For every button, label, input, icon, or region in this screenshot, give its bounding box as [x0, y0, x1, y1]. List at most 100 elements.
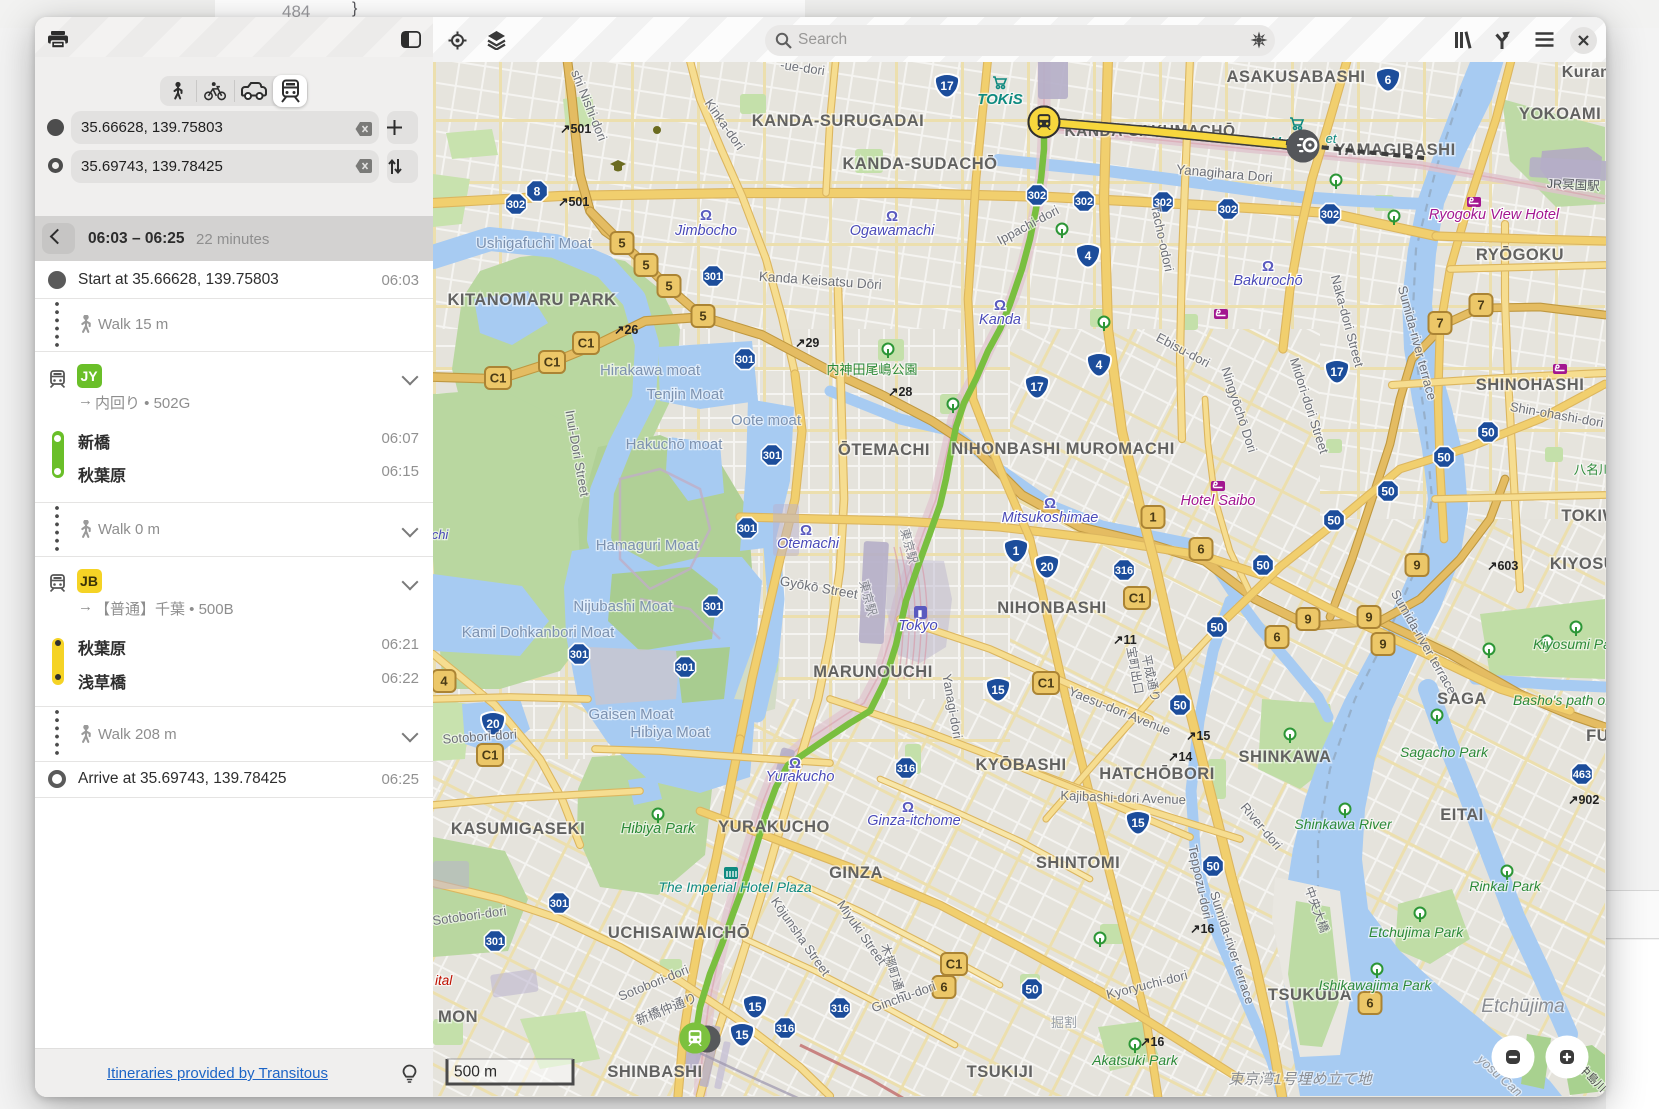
- svg-text:6: 6: [1385, 73, 1392, 87]
- svg-text:4: 4: [440, 674, 448, 689]
- svg-text:UCHISAIWAICHŌ: UCHISAIWAICHŌ: [608, 923, 750, 942]
- svg-text:50: 50: [1381, 484, 1395, 498]
- svg-text:C1: C1: [490, 371, 507, 386]
- svg-text:5: 5: [699, 309, 706, 324]
- svg-text:50: 50: [1437, 450, 1451, 464]
- svg-text:YOKOAMI: YOKOAMI: [1519, 105, 1601, 123]
- svg-text:4: 4: [1096, 358, 1103, 372]
- svg-text:C1: C1: [544, 355, 561, 370]
- svg-text:The Imperial Hotel Plaza: The Imperial Hotel Plaza: [658, 879, 812, 895]
- svg-text:↗14: ↗14: [1168, 750, 1192, 764]
- svg-text:17: 17: [940, 79, 954, 93]
- svg-text:SHINKAWA: SHINKAWA: [1239, 748, 1332, 766]
- svg-text:9: 9: [1379, 637, 1386, 652]
- svg-text:Hamaguri Moat: Hamaguri Moat: [596, 537, 699, 554]
- svg-text:7: 7: [1436, 316, 1443, 331]
- svg-text:301: 301: [704, 271, 722, 283]
- svg-text:6: 6: [940, 980, 947, 995]
- svg-text:↗28: ↗28: [888, 385, 912, 399]
- svg-text:chi: chi: [433, 527, 449, 542]
- svg-text:4: 4: [1085, 249, 1092, 263]
- svg-text:et: et: [1326, 131, 1338, 146]
- svg-text:Gaisen Moat: Gaisen Moat: [588, 706, 674, 723]
- svg-text:Otemachi: Otemachi: [777, 536, 840, 552]
- svg-text:YURAKUCHO: YURAKUCHO: [718, 818, 830, 836]
- svg-text:JR冥国駅: JR冥国駅: [1546, 177, 1600, 194]
- svg-text:50: 50: [1206, 859, 1220, 873]
- svg-text:301: 301: [738, 523, 756, 535]
- svg-text:6: 6: [1366, 996, 1373, 1011]
- svg-text:C1: C1: [1129, 591, 1146, 606]
- svg-text:Bakurochō: Bakurochō: [1233, 273, 1302, 289]
- svg-text:八名川公園: 八名川公園: [1574, 462, 1606, 477]
- svg-text:Basho's path of: Basho's path of: [1513, 692, 1606, 708]
- svg-text:TOKiS: TOKiS: [977, 91, 1023, 108]
- svg-text:15: 15: [735, 1028, 749, 1042]
- svg-text:Ryogoku View Hotel: Ryogoku View Hotel: [1429, 207, 1560, 223]
- svg-text:500 m: 500 m: [454, 1064, 497, 1081]
- svg-text:316: 316: [1115, 565, 1133, 577]
- svg-text:ASAKUSABASHI: ASAKUSABASHI: [1227, 68, 1366, 86]
- svg-text:463: 463: [1573, 769, 1591, 781]
- svg-text:Kiyosumi Pa: Kiyosumi Pa: [1533, 636, 1606, 652]
- svg-text:SAGA: SAGA: [1437, 690, 1487, 708]
- svg-text:301: 301: [763, 450, 781, 462]
- svg-text:301: 301: [486, 936, 504, 948]
- svg-text:Hotel Saibo: Hotel Saibo: [1181, 493, 1256, 509]
- svg-text:RYŌGOKU: RYŌGOKU: [1476, 245, 1564, 264]
- svg-text:EITAI: EITAI: [1440, 806, 1483, 824]
- svg-text:↗902: ↗902: [1568, 793, 1599, 807]
- svg-text:6: 6: [1197, 542, 1204, 557]
- svg-text:Hakuchō moat: Hakuchō moat: [626, 436, 724, 453]
- svg-text:Tenjin Moat: Tenjin Moat: [647, 386, 725, 403]
- svg-text:Tokyo: Tokyo: [898, 617, 937, 634]
- svg-text:301: 301: [736, 354, 754, 366]
- svg-text:17: 17: [1030, 380, 1044, 394]
- svg-text:8: 8: [534, 184, 541, 198]
- svg-text:9: 9: [1365, 610, 1372, 625]
- svg-text:NIHONBASHI MUROMACHI: NIHONBASHI MUROMACHI: [951, 440, 1175, 458]
- svg-text:302: 302: [1028, 190, 1046, 202]
- svg-text:↗26: ↗26: [614, 323, 638, 337]
- svg-text:FUKA: FUKA: [1586, 727, 1606, 745]
- svg-text:Etchūjima: Etchūjima: [1481, 996, 1564, 1017]
- svg-text:↗29: ↗29: [795, 336, 819, 350]
- svg-text:Nijubashi Moat: Nijubashi Moat: [573, 598, 673, 615]
- svg-text:↗15: ↗15: [1186, 729, 1210, 743]
- svg-text:Yurakucho: Yurakucho: [766, 769, 835, 785]
- svg-text:TSUKIJI: TSUKIJI: [967, 1063, 1034, 1081]
- svg-text:C1: C1: [1038, 676, 1055, 691]
- svg-text:50: 50: [1025, 982, 1039, 996]
- svg-text:302: 302: [1075, 196, 1093, 208]
- svg-text:1: 1: [1013, 544, 1020, 558]
- svg-text:Sagacho Park: Sagacho Park: [1400, 744, 1489, 760]
- svg-text:GINZA: GINZA: [829, 864, 883, 882]
- svg-text:↗11: ↗11: [1113, 633, 1137, 647]
- svg-text:316: 316: [831, 1003, 849, 1015]
- svg-text:316: 316: [897, 763, 915, 775]
- svg-text:KANDA-SURUGADAI: KANDA-SURUGADAI: [752, 112, 925, 130]
- svg-text:Ogawamachi: Ogawamachi: [850, 223, 935, 239]
- svg-text:301: 301: [570, 649, 588, 661]
- svg-text:↗16: ↗16: [1140, 1035, 1164, 1049]
- svg-text:Oote moat: Oote moat: [731, 412, 802, 429]
- svg-text:301: 301: [550, 898, 568, 910]
- svg-text:HATCHŌBORI: HATCHŌBORI: [1099, 764, 1215, 783]
- svg-text:↗501: ↗501: [558, 195, 589, 209]
- svg-text:KITANOMARU PARK: KITANOMARU PARK: [447, 291, 616, 309]
- svg-text:C1: C1: [946, 957, 963, 972]
- svg-text:15: 15: [991, 683, 1005, 697]
- svg-text:ital: ital: [435, 973, 453, 988]
- svg-text:KYŌBASHI: KYŌBASHI: [975, 755, 1066, 774]
- svg-text:MARUNOUCHI: MARUNOUCHI: [813, 663, 933, 681]
- svg-text:Ushigafuchi Moat: Ushigafuchi Moat: [476, 235, 593, 252]
- svg-text:302: 302: [507, 199, 525, 211]
- svg-text:内神田尾嶋公園: 内神田尾嶋公園: [826, 362, 917, 377]
- svg-text:5: 5: [665, 279, 672, 294]
- svg-text:17: 17: [1330, 365, 1344, 379]
- svg-text:掘割: 掘割: [1051, 1015, 1077, 1030]
- svg-text:NIHONBASHI: NIHONBASHI: [997, 599, 1107, 617]
- svg-text:Hibiya Park: Hibiya Park: [621, 821, 696, 837]
- svg-text:MON: MON: [438, 1008, 478, 1026]
- svg-text:東京湾1号埋め立て地: 東京湾1号埋め立て地: [1228, 1071, 1373, 1088]
